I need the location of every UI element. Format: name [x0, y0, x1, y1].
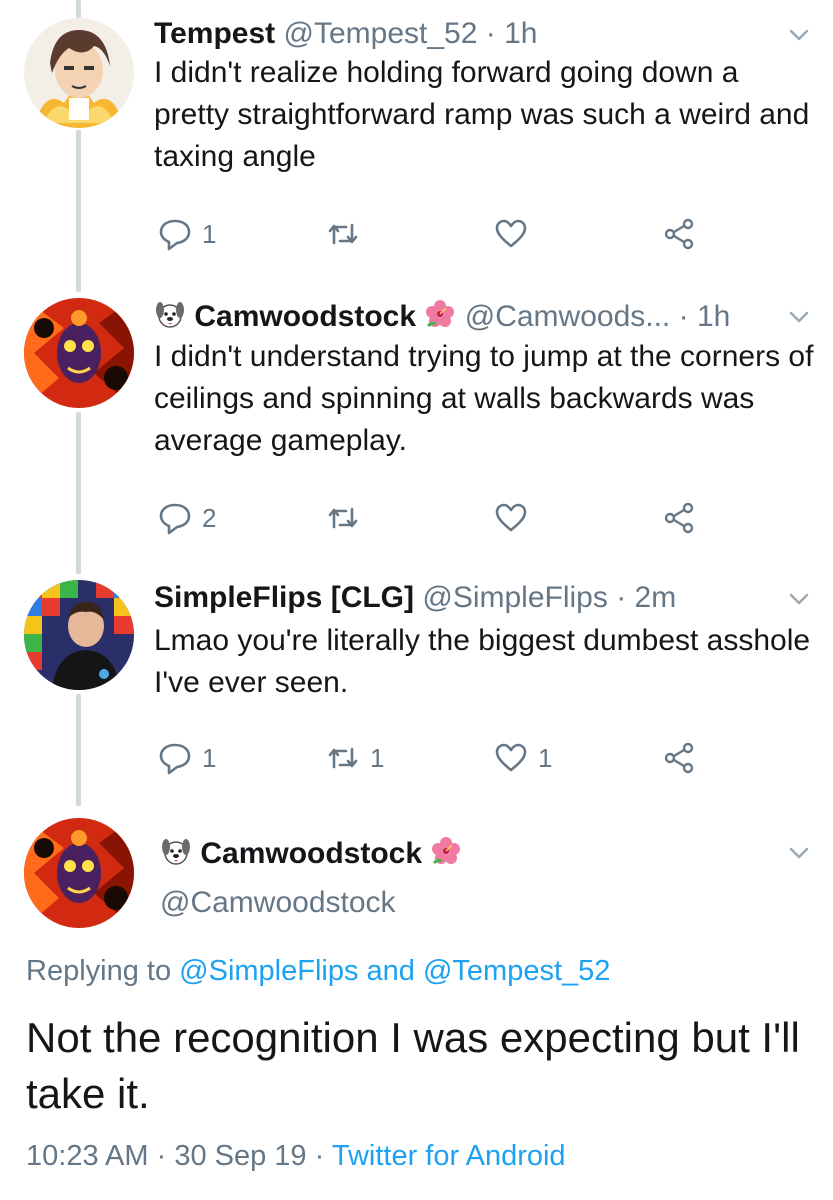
separator: ·	[485, 17, 496, 50]
retweet-icon	[326, 741, 360, 775]
chevron-down-icon[interactable]	[789, 592, 809, 606]
chevron-down-icon[interactable]	[789, 310, 809, 324]
hibiscus-emoji-icon	[424, 298, 456, 330]
separator: ·	[678, 300, 689, 333]
share-icon	[662, 501, 696, 535]
like-button[interactable]: 1	[494, 738, 552, 778]
chevron-down-icon[interactable]	[789, 28, 809, 42]
tweet[interactable]: SimpleFlips [CLG] @SimpleFlips · 2m Lmao…	[0, 564, 833, 810]
separator: ·	[156, 1140, 167, 1172]
share-icon	[662, 217, 696, 251]
hibiscus-emoji-icon	[430, 835, 462, 867]
separator: ·	[314, 1140, 325, 1172]
replying-to-label: Replying to	[26, 955, 172, 987]
tweet[interactable]: Tempest @Tempest_52 · 1h I didn't realiz…	[0, 0, 833, 270]
like-count: 1	[538, 742, 553, 773]
share-button[interactable]	[662, 738, 696, 778]
timestamp[interactable]: 1h	[697, 300, 730, 333]
like-button[interactable]	[494, 214, 538, 254]
tweet-header: Tempest @Tempest_52 · 1h	[154, 16, 537, 52]
mention-link[interactable]: @SimpleFlips	[179, 955, 358, 987]
like-button[interactable]	[494, 498, 538, 538]
timestamp[interactable]: 1h	[504, 17, 537, 50]
mention-link[interactable]: @Tempest_52	[423, 955, 610, 987]
reply-icon	[158, 217, 192, 251]
separator: ·	[616, 581, 627, 614]
share-button[interactable]	[662, 498, 696, 538]
avatar[interactable]	[24, 18, 134, 128]
avatar[interactable]	[24, 298, 134, 408]
share-button[interactable]	[662, 214, 696, 254]
tweet[interactable]: Camwoodstock @Camwoods... · 1h I didn't …	[0, 282, 833, 564]
retweet-count: 1	[370, 742, 385, 773]
tweet-text: Lmao you're literally the biggest dumbes…	[154, 624, 811, 699]
retweet-button[interactable]: 1	[326, 738, 384, 778]
dog-emoji-icon	[160, 835, 192, 867]
reply-icon	[158, 501, 192, 535]
tweet-header: Camwoodstock @Camwoods... · 1h	[154, 298, 730, 335]
reply-count: 1	[202, 218, 217, 249]
replying-to: Replying to @SimpleFlips and @Tempest_52	[26, 955, 610, 988]
heart-icon	[494, 217, 528, 251]
retweet-button[interactable]	[326, 214, 370, 254]
reply-count: 1	[202, 742, 217, 773]
replying-and[interactable]: and	[367, 955, 415, 987]
chevron-down-icon[interactable]	[789, 846, 809, 860]
avatar[interactable]	[24, 580, 134, 690]
retweet-button[interactable]	[326, 498, 370, 538]
share-icon	[662, 741, 696, 775]
retweet-icon	[326, 501, 360, 535]
display-name[interactable]: Camwoodstock	[160, 835, 462, 871]
tweet-header: SimpleFlips [CLG] @SimpleFlips · 2m	[154, 580, 676, 616]
tweet-time[interactable]: 10:23 AM	[26, 1140, 149, 1172]
tweet-text: I didn't understand trying to jump at th…	[154, 340, 814, 457]
reply-count: 2	[202, 502, 217, 533]
timestamp[interactable]: 2m	[635, 581, 677, 614]
user-handle[interactable]: @SimpleFlips	[422, 581, 608, 614]
display-name[interactable]: Camwoodstock	[194, 300, 416, 333]
tweet-meta: 10:23 AM · 30 Sep 19 · Twitter for Andro…	[26, 1140, 566, 1173]
reply-button[interactable]: 1	[158, 214, 216, 254]
tweet-text: I didn't realize holding forward going d…	[154, 56, 810, 173]
heart-icon	[494, 741, 528, 775]
avatar[interactable]	[24, 818, 134, 928]
dog-emoji-icon	[154, 298, 186, 330]
tweet-actions: 2	[154, 498, 714, 538]
reply-button[interactable]: 2	[158, 498, 216, 538]
reply-icon	[158, 741, 192, 775]
tweet-date[interactable]: 30 Sep 19	[174, 1140, 306, 1172]
tweet-text: Not the recognition I was expecting but …	[26, 1014, 800, 1117]
tweet-actions: 1	[154, 214, 714, 254]
display-name[interactable]: SimpleFlips [CLG]	[154, 581, 414, 614]
display-name-text: Camwoodstock	[200, 837, 423, 870]
user-handle[interactable]: @Tempest_52	[284, 17, 478, 50]
user-handle[interactable]: @Camwoodstock	[160, 886, 396, 920]
reply-button[interactable]: 1	[158, 738, 216, 778]
user-handle[interactable]: @Camwoods...	[465, 300, 671, 333]
display-name[interactable]: Tempest	[154, 17, 275, 50]
heart-icon	[494, 501, 528, 535]
tweet-source-link[interactable]: Twitter for Android	[332, 1140, 566, 1172]
retweet-icon	[326, 217, 360, 251]
tweet-actions: 1 1 1	[154, 738, 714, 778]
